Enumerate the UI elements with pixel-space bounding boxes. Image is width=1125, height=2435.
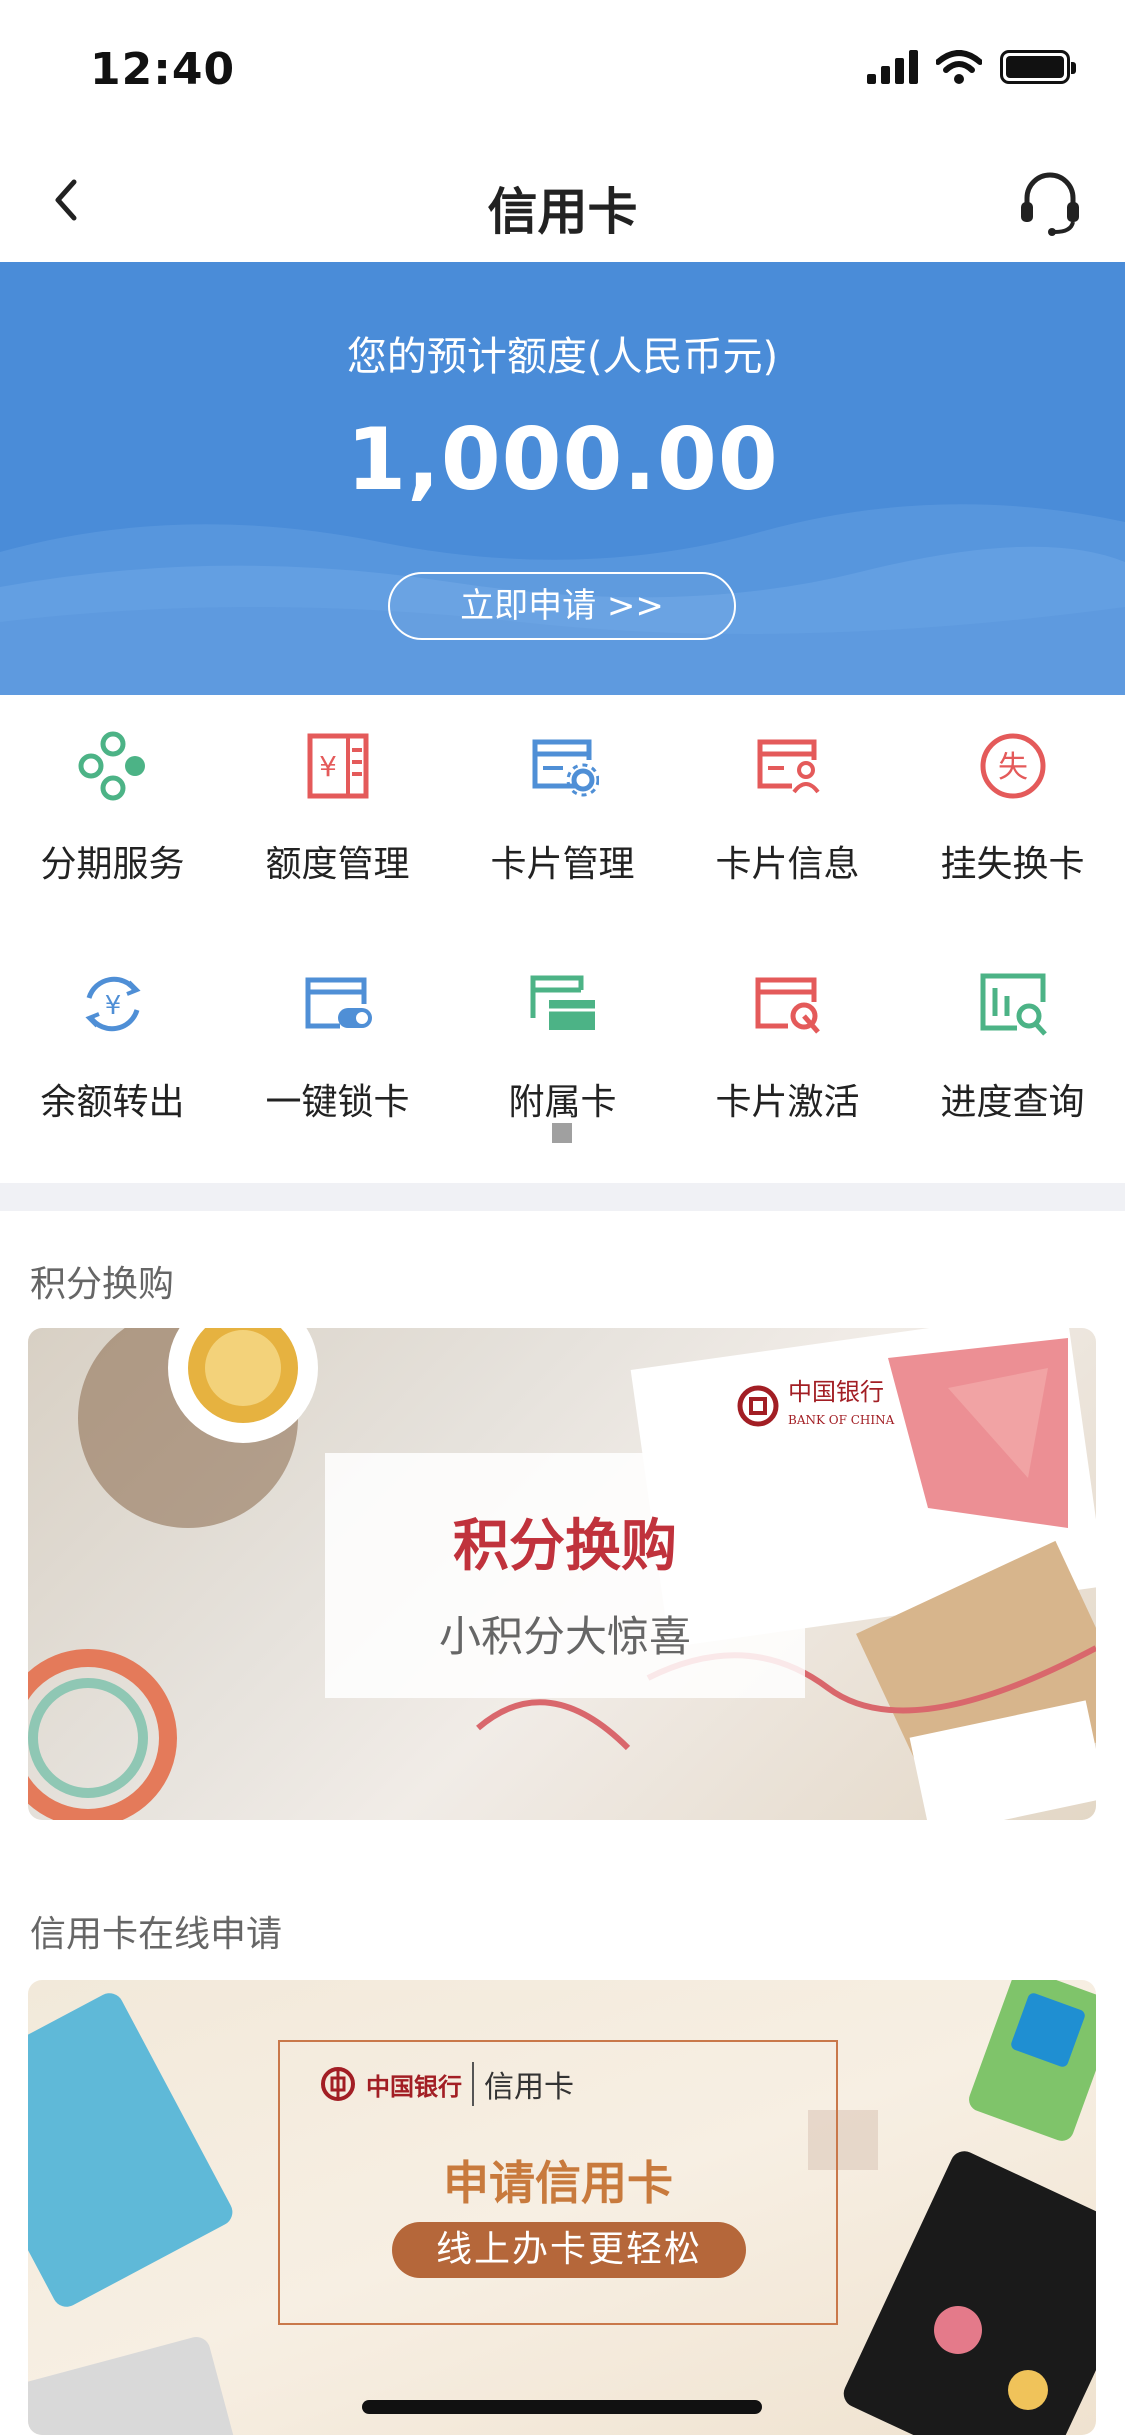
bank-of-china-logo-icon (321, 2067, 355, 2101)
bank-name: 中国银行 (366, 2072, 462, 2101)
service-grid: 分期服务 ¥ 额度管理 卡片管理 卡片信息 失 挂失换卡 ¥ 余额转出 一键锁卡… (0, 695, 1125, 1185)
service-label: 挂失换卡 (940, 844, 1085, 885)
service-balance-transfer[interactable]: ¥ 余额转出 (0, 933, 225, 1133)
estimated-limit-amount: 1,000.00 (346, 410, 779, 510)
estimated-limit-label: 您的预计额度(人民币元) (346, 334, 779, 380)
supplementary-card-icon (530, 975, 595, 1030)
service-installment[interactable]: 分期服务 (0, 695, 225, 895)
service-card-activation[interactable]: 卡片激活 (675, 933, 900, 1133)
balance-transfer-icon: ¥ (85, 976, 141, 1032)
credit-card-apply-banner[interactable]: 中国银行 信用卡 申请信用卡 线上办卡更轻松 (28, 1980, 1096, 2435)
points-banner-subtitle: 小积分大惊喜 (438, 1612, 691, 1661)
apply-section-title: 信用卡在线申请 (30, 1914, 283, 1955)
service-card-lock[interactable]: 一键锁卡 (225, 933, 450, 1133)
credit-card-label: 信用卡 (472, 2062, 574, 2106)
wifi-icon (936, 50, 982, 84)
status-time: 12:40 (90, 44, 236, 95)
apply-now-button[interactable]: 立即申请 >> (388, 572, 736, 640)
points-banner-title: 积分换购 (453, 1514, 677, 1579)
home-indicator (362, 2400, 762, 2414)
service-label: 额度管理 (265, 844, 410, 885)
points-section-title: 积分换购 (30, 1264, 175, 1305)
status-icons (867, 50, 1076, 84)
service-label: 卡片激活 (715, 1082, 860, 1123)
apply-banner-pill: 线上办卡更轻松 (392, 2222, 746, 2278)
progress-query-icon (980, 973, 1047, 1036)
report-loss-icon: 失 (980, 733, 1046, 799)
points-exchange-banner[interactable]: 中国银行 BANK OF CHINA 积分换购 小积分大惊喜 (28, 1328, 1096, 1820)
apply-card-frame: 中国银行 信用卡 申请信用卡 线上办卡更轻松 (278, 2040, 838, 2325)
cellular-signal-icon (867, 50, 918, 84)
section-divider (0, 1183, 1125, 1211)
service-label: 余额转出 (40, 1082, 185, 1123)
page-title: 信用卡 (487, 183, 638, 241)
limit-icon: ¥ (307, 733, 369, 799)
page-indicator (552, 1123, 572, 1143)
bank-brand: 中国银行 信用卡 (320, 2062, 574, 2106)
installment-icon (78, 731, 145, 801)
svg-text:¥: ¥ (105, 991, 122, 1021)
service-label: 附属卡 (508, 1082, 617, 1123)
svg-text:¥: ¥ (319, 750, 337, 783)
service-label: 一键锁卡 (265, 1082, 410, 1123)
service-label: 卡片管理 (490, 844, 635, 885)
card-lock-icon (305, 977, 372, 1029)
apply-banner-title: 申请信用卡 (443, 2156, 673, 2210)
customer-service-icon[interactable] (1015, 168, 1085, 238)
battery-icon (1000, 50, 1076, 84)
card-user-icon (757, 739, 820, 794)
status-bar: 12:40 (0, 0, 1125, 140)
service-card-management[interactable]: 卡片管理 (450, 695, 675, 895)
service-supplementary-card[interactable]: 附属卡 (450, 933, 675, 1133)
service-card-info[interactable]: 卡片信息 (675, 695, 900, 895)
bank-logo-text: 中国银行 (788, 1378, 884, 1406)
service-label: 分期服务 (40, 844, 185, 885)
service-label: 卡片信息 (715, 844, 860, 885)
service-limit-management[interactable]: ¥ 额度管理 (225, 695, 450, 895)
service-report-loss[interactable]: 失 挂失换卡 (900, 695, 1125, 895)
svg-text:失: 失 (998, 750, 1028, 785)
credit-limit-banner: 您的预计额度(人民币元) 1,000.00 立即申请 >> (0, 262, 1125, 695)
points-card: 积分换购 小积分大惊喜 (325, 1453, 805, 1698)
card-activate-icon (755, 977, 820, 1034)
service-label: 进度查询 (940, 1082, 1085, 1123)
nav-bar: 信用卡 (0, 140, 1125, 262)
service-progress-query[interactable]: 进度查询 (900, 933, 1125, 1133)
svg-text:BANK OF CHINA: BANK OF CHINA (788, 1413, 895, 1427)
card-settings-icon (532, 739, 599, 797)
